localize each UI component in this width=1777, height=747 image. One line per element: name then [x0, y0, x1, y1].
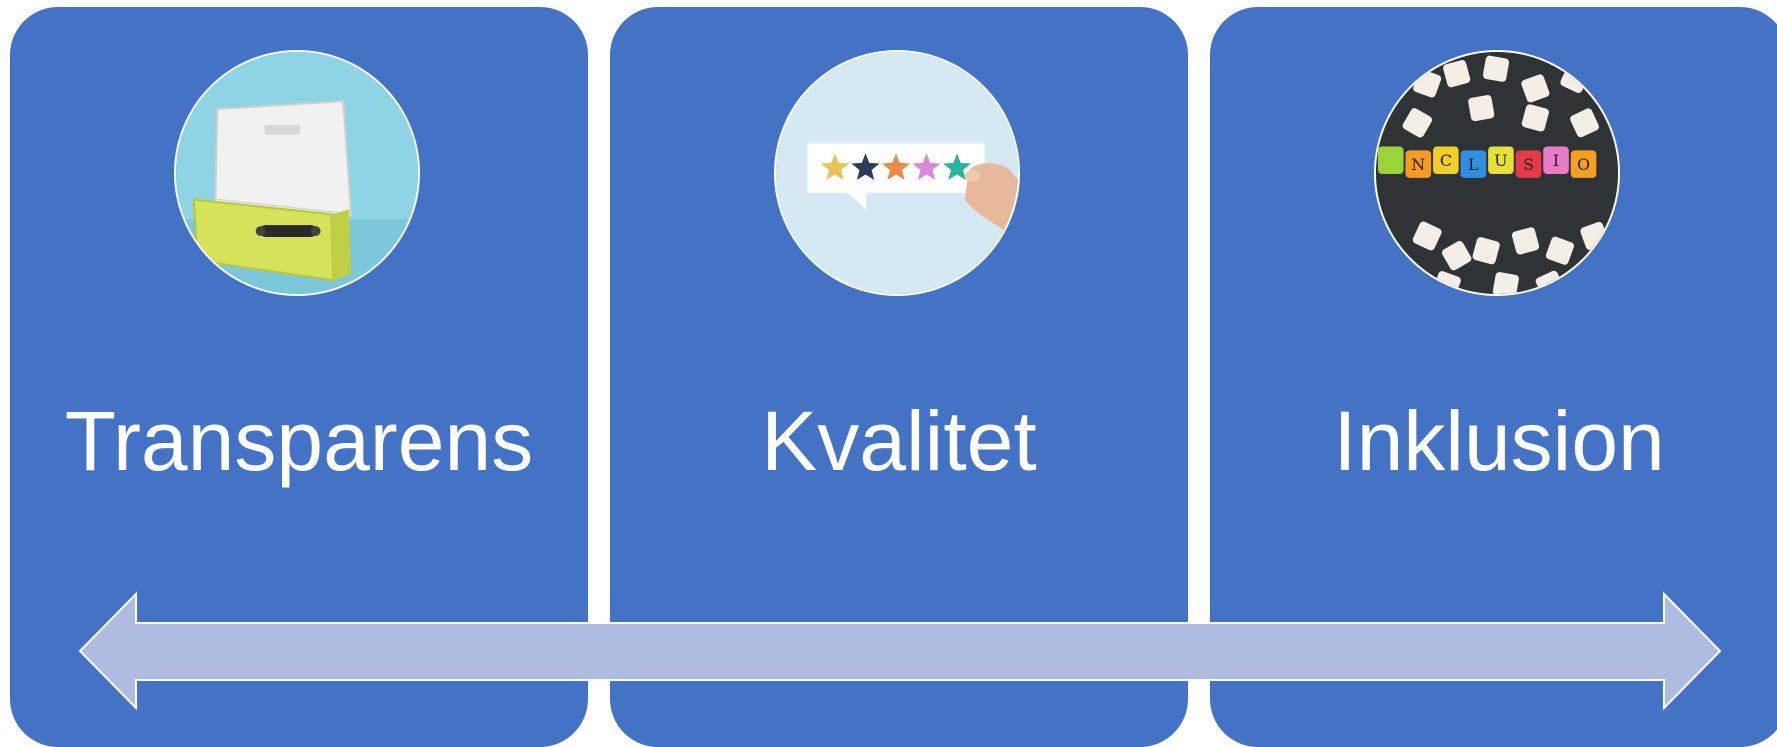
cube-letter: I: [1553, 151, 1559, 170]
label-inklusion: Inklusion: [1333, 394, 1665, 488]
cube-letter: L: [1468, 155, 1479, 174]
letter-cubes-photo: NCLUSIO: [1374, 50, 1620, 296]
label-transparens: Transparens: [64, 394, 534, 488]
star-rating-icon: [776, 52, 1018, 294]
card-inklusion: NCLUSIO Inklusion: [1210, 7, 1777, 747]
color-letter-cube: [1377, 146, 1404, 174]
letter-cubes-icon: NCLUSIO: [1376, 52, 1618, 294]
cube-letter: C: [1440, 151, 1452, 170]
letter-cube: [1468, 95, 1495, 122]
open-suitcase-photo: [174, 50, 420, 296]
card-kvalitet: Kvalitet: [610, 7, 1188, 747]
cube-letter: O: [1577, 155, 1590, 174]
cube-letter: S: [1523, 155, 1534, 174]
star-rating-photo: [774, 50, 1020, 296]
cube-letter: N: [1411, 155, 1425, 174]
letter-cube: [1482, 55, 1510, 82]
card-transparens: Transparens: [10, 7, 588, 747]
cube-letter: U: [1494, 151, 1507, 170]
suitcase-icon: [176, 52, 418, 294]
label-kvalitet: Kvalitet: [761, 394, 1037, 488]
letter-cube: [1492, 272, 1519, 294]
